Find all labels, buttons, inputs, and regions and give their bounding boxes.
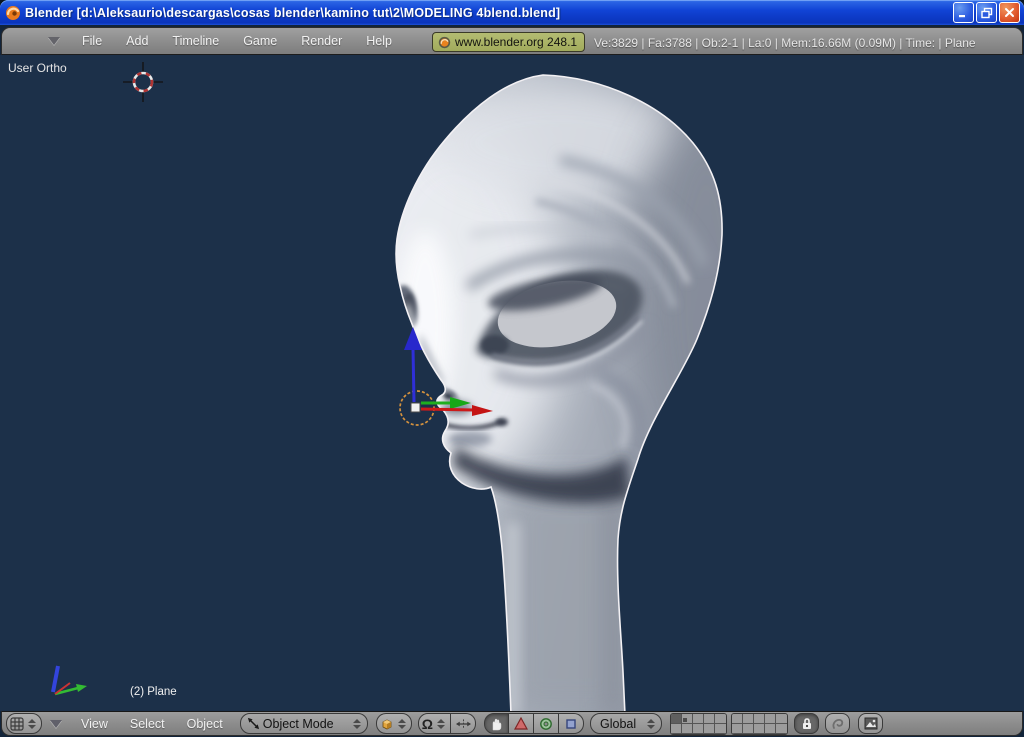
menu-view[interactable]: View: [70, 717, 119, 731]
draw-type-button[interactable]: [376, 713, 412, 734]
layer-buttons-group-2: [731, 713, 788, 735]
menu-timeline[interactable]: Timeline: [160, 34, 231, 48]
window-controls: [953, 2, 1020, 23]
snap-spiral-icon: [831, 717, 845, 731]
active-object-label: (2) Plane: [130, 686, 177, 698]
blender-version-label: www.blender.org 248.1: [455, 35, 577, 49]
restore-button[interactable]: [976, 2, 997, 23]
menu-render[interactable]: Render: [289, 34, 354, 48]
viewport-scene: [0, 55, 1024, 711]
manipulator-toggle-button[interactable]: [484, 713, 509, 734]
layer-cell[interactable]: [732, 714, 743, 724]
manipulator-translate-button[interactable]: [509, 713, 534, 734]
scene-stats: Ve:3829 | Fa:3788 | Ob:2-1 | La:0 | Mem:…: [594, 36, 976, 50]
rotate-green-circle-icon: [539, 717, 553, 731]
render-picture-icon: [864, 717, 878, 730]
blender-version-button[interactable]: www.blender.org 248.1: [432, 32, 585, 52]
mode-dropdown-value: Object Mode: [260, 717, 340, 731]
manipulator-scale-button[interactable]: [559, 713, 584, 734]
layer-cell[interactable]: [715, 724, 726, 734]
menu-add[interactable]: Add: [114, 34, 160, 48]
draw-type-stepper[interactable]: [396, 719, 408, 729]
pivot-stepper[interactable]: [435, 719, 447, 729]
editor-type-button[interactable]: [6, 713, 42, 734]
layer-cell[interactable]: [732, 724, 743, 734]
orientation-dropdown-value: Global: [597, 717, 642, 731]
layer-cell[interactable]: [682, 714, 693, 724]
manipulator-rotate-button[interactable]: [534, 713, 559, 734]
snap-button[interactable]: [825, 713, 850, 734]
manipulator-x-axis[interactable]: [421, 409, 474, 410]
viewport-3d[interactable]: User Ortho (2) Plane: [0, 55, 1024, 711]
translate-red-triangle-icon: [514, 717, 528, 730]
move-centers-button[interactable]: [451, 713, 476, 734]
layer-cell[interactable]: [671, 714, 682, 724]
layer-cell[interactable]: [704, 724, 715, 734]
lock-button[interactable]: [794, 713, 819, 734]
render-window-button[interactable]: [858, 713, 883, 734]
layer-cell[interactable]: [754, 724, 765, 734]
blender-window: Blender [d:\Aleksaurio\descargas\cosas b…: [0, 0, 1024, 737]
layer-cell[interactable]: [693, 714, 704, 724]
minimize-button[interactable]: [953, 2, 974, 23]
top-header: File Add Timeline Game Render Help www.b…: [1, 27, 1023, 55]
layer-cell[interactable]: [704, 714, 715, 724]
move-centers-icon: [456, 718, 471, 730]
layer-cell[interactable]: [743, 724, 754, 734]
manipulator-z-axis[interactable]: [413, 348, 414, 402]
layer-cell[interactable]: [765, 714, 776, 724]
window-title: Blender [d:\Aleksaurio\descargas\cosas b…: [25, 6, 953, 20]
layer-cell[interactable]: [765, 724, 776, 734]
hand-icon: [490, 717, 503, 731]
orientation-dropdown[interactable]: Global: [590, 713, 662, 734]
pivot-point-button[interactable]: Ω: [418, 713, 451, 734]
layer-cell[interactable]: [693, 724, 704, 734]
editor-type-grid-icon: [10, 717, 24, 731]
mode-dropdown[interactable]: Object Mode: [240, 713, 368, 734]
collapse-menus-icon[interactable]: [48, 37, 60, 45]
layer-cell[interactable]: [682, 724, 693, 734]
editor-type-stepper[interactable]: [26, 719, 38, 729]
menu-object[interactable]: Object: [176, 717, 234, 731]
object-mode-icon: [247, 717, 260, 730]
layer-cell[interactable]: [776, 714, 787, 724]
solid-cube-icon: [380, 717, 394, 731]
layer-cell[interactable]: [776, 724, 787, 734]
layer-buttons-group-1: [670, 713, 727, 735]
cursor-3d-icon: [123, 62, 163, 102]
menu-select[interactable]: Select: [119, 717, 176, 731]
layer-cell[interactable]: [754, 714, 765, 724]
pivot-omega-icon: Ω: [422, 717, 433, 731]
collapse-header-menus-icon[interactable]: [50, 720, 62, 728]
menu-file[interactable]: File: [70, 34, 114, 48]
orientation-stepper[interactable]: [645, 719, 657, 729]
layer-cell[interactable]: [715, 714, 726, 724]
blender-mini-logo-icon: [438, 36, 451, 49]
titlebar[interactable]: Blender [d:\Aleksaurio\descargas\cosas b…: [0, 0, 1024, 25]
view-mode-label: User Ortho: [8, 61, 67, 75]
scale-blue-square-icon: [565, 718, 577, 730]
layer-cell[interactable]: [743, 714, 754, 724]
menu-help[interactable]: Help: [354, 34, 404, 48]
blender-logo-icon: [5, 5, 21, 21]
padlock-icon: [801, 717, 813, 730]
axis-mini-gizmo-icon: [53, 666, 87, 694]
mode-stepper[interactable]: [351, 719, 363, 729]
layer-cell[interactable]: [671, 724, 682, 734]
viewport-header: View Select Object Object Mode: [1, 711, 1023, 736]
close-button[interactable]: [999, 2, 1020, 23]
menu-game[interactable]: Game: [231, 34, 289, 48]
